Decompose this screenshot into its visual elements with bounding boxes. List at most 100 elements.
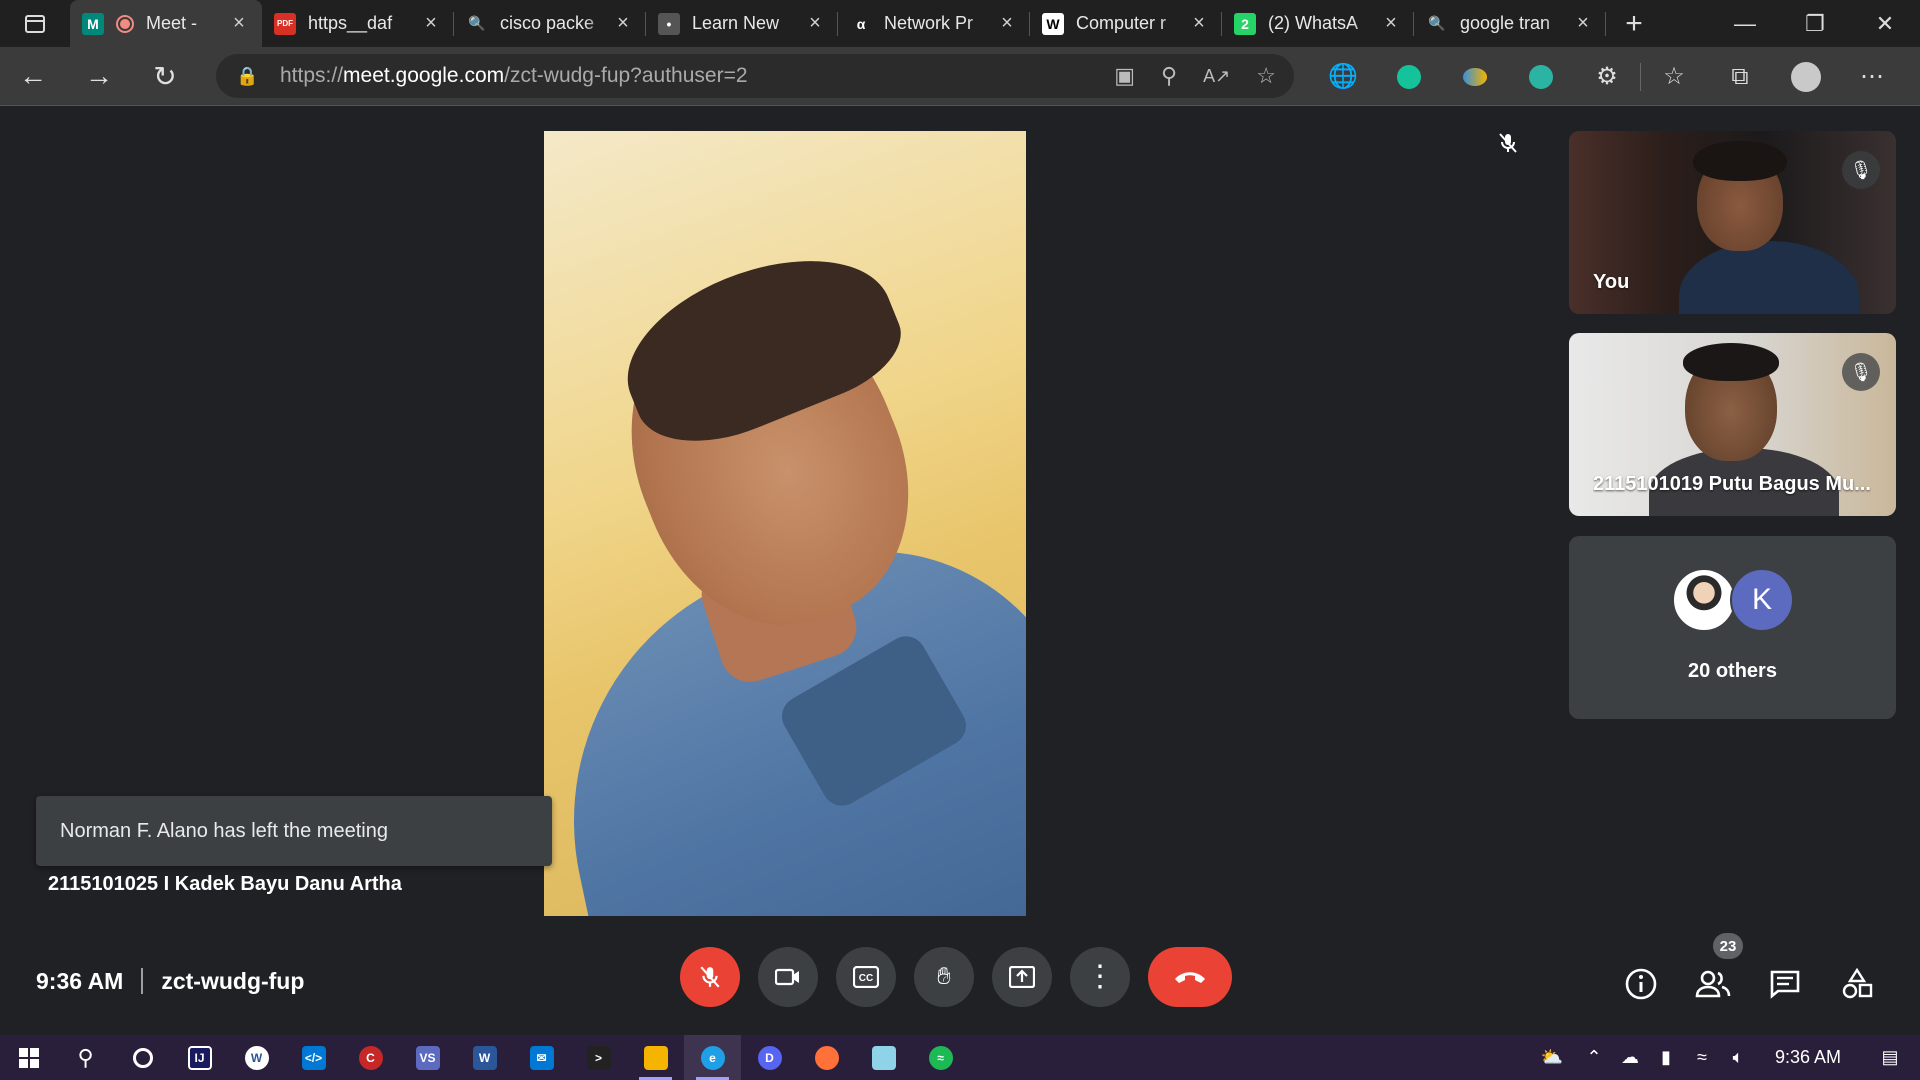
tab-close-icon[interactable]: × bbox=[228, 12, 250, 35]
tab-close-icon[interactable]: × bbox=[996, 12, 1018, 35]
volume-icon[interactable]: 🔈︎ bbox=[1720, 1047, 1756, 1068]
browser-tab[interactable]: • Learn New × bbox=[646, 0, 838, 47]
tab-favicon-icon: 2 bbox=[1234, 12, 1256, 35]
edge-icon[interactable]: e bbox=[684, 1035, 741, 1080]
battery-icon[interactable]: ▮ bbox=[1648, 1047, 1684, 1068]
cortana-icon[interactable] bbox=[114, 1035, 171, 1080]
meet-stage: 🎙︎ You 🎙︎ 2115101019 Putu Bagus Mu... K … bbox=[0, 107, 1920, 1035]
read-aloud-icon[interactable]: A↗ bbox=[1203, 66, 1230, 87]
w-app-icon[interactable]: W bbox=[228, 1035, 285, 1080]
main-mic-off-icon bbox=[1494, 129, 1522, 157]
show-everyone-button[interactable] bbox=[1688, 959, 1738, 1009]
browser-tab[interactable]: 🔍 google tran × bbox=[1414, 0, 1606, 47]
windows-start-icon[interactable] bbox=[0, 1035, 57, 1080]
globe-extension-icon[interactable]: 🌐 bbox=[1310, 62, 1376, 91]
browser-tab[interactable]: PDF https__daf × bbox=[262, 0, 454, 47]
visual-studio-icon[interactable]: VS bbox=[399, 1035, 456, 1080]
info-icon bbox=[1625, 968, 1657, 1000]
shapes-icon bbox=[1842, 968, 1873, 999]
microphone-toggle-button[interactable] bbox=[680, 947, 740, 1007]
camera-toggle-button[interactable] bbox=[758, 947, 818, 1007]
windows-taskbar: ⚲ IJ W </> C VS W ✉ > e D ≈ ⛅ ⌃ ☁ ▮ ≈ 🔈︎… bbox=[0, 1035, 1920, 1080]
discord-icon[interactable]: D bbox=[741, 1035, 798, 1080]
weather-icon[interactable]: ⛅ bbox=[1528, 1047, 1576, 1068]
participant-tile-others[interactable]: K 20 others bbox=[1569, 536, 1896, 719]
browser-tab[interactable]: 2 (2) WhatsA × bbox=[1222, 0, 1414, 47]
you-mic-off-icon: 🎙︎ bbox=[1842, 151, 1880, 189]
restore-button[interactable]: ❐ bbox=[1780, 0, 1850, 47]
spotify-icon[interactable]: ≈ bbox=[912, 1035, 969, 1080]
browser-tab[interactable]: 🔍 cisco packe × bbox=[454, 0, 646, 47]
system-tray: ⛅ ⌃ ☁ ▮ ≈ 🔈︎ 9:36 AM ▤ bbox=[1528, 1035, 1920, 1080]
tab-close-icon[interactable]: × bbox=[1380, 12, 1402, 35]
tab-close-icon[interactable]: × bbox=[1188, 12, 1210, 35]
back-button[interactable]: ← bbox=[0, 47, 66, 106]
notifications-icon[interactable]: ▤ bbox=[1860, 1047, 1920, 1068]
meeting-time: 9:36 AM bbox=[36, 967, 124, 994]
tab-favicon-icon: PDF bbox=[274, 12, 296, 35]
mic-off-icon bbox=[700, 966, 720, 988]
present-screen-button[interactable] bbox=[992, 947, 1052, 1007]
pinwheel-extension-icon[interactable] bbox=[1508, 64, 1574, 89]
raise-hand-button[interactable]: ✋︎ bbox=[914, 947, 974, 1007]
tab-actions-icon[interactable] bbox=[0, 0, 70, 47]
address-bar[interactable]: 🔒 https://meet.google.com/zct-wudg-fup?a… bbox=[216, 54, 1294, 98]
putu-mic-off-icon: 🎙︎ bbox=[1842, 353, 1880, 391]
tab-favicon-icon: M bbox=[82, 12, 104, 35]
key-icon[interactable]: ⚲ bbox=[1161, 63, 1177, 89]
tab-title: cisco packe bbox=[500, 13, 595, 33]
close-window-button[interactable]: ✕ bbox=[1850, 0, 1920, 47]
chevron-up-icon[interactable]: ⌃ bbox=[1576, 1047, 1612, 1068]
firefox-icon[interactable] bbox=[798, 1035, 855, 1080]
window-controls: — ❐ ✕ bbox=[1710, 0, 1920, 47]
tab-close-icon[interactable]: × bbox=[804, 12, 826, 35]
wifi-icon[interactable]: ≈ bbox=[1684, 1047, 1720, 1068]
lock-icon[interactable]: 🔒 bbox=[236, 66, 266, 87]
meeting-details-button[interactable] bbox=[1616, 959, 1666, 1009]
collections-icon[interactable]: ⧉ bbox=[1707, 63, 1773, 91]
extensions-icon[interactable]: ⚙ bbox=[1574, 62, 1640, 91]
mail-icon[interactable]: ✉ bbox=[513, 1035, 570, 1080]
browser-tab[interactable]: W Computer r × bbox=[1030, 0, 1222, 47]
onedrive-icon[interactable]: ☁ bbox=[1612, 1047, 1648, 1068]
main-participant-video[interactable] bbox=[544, 131, 1026, 916]
more-options-button[interactable]: ⋮ bbox=[1070, 947, 1130, 1007]
refresh-button[interactable]: ↻ bbox=[132, 47, 198, 106]
browser-tab[interactable]: α Network Pr × bbox=[838, 0, 1030, 47]
tab-close-icon[interactable]: × bbox=[612, 12, 634, 35]
jetbrains-icon[interactable]: IJ bbox=[171, 1035, 228, 1080]
bird-extension-icon[interactable] bbox=[1442, 67, 1508, 86]
settings-more-icon[interactable]: ⋯ bbox=[1839, 62, 1905, 91]
dev-cpp-icon[interactable]: C bbox=[342, 1035, 399, 1080]
you-name-label: You bbox=[1593, 271, 1630, 293]
tab-title: https__daf bbox=[308, 13, 393, 33]
search-icon[interactable]: ⚲ bbox=[57, 1035, 114, 1080]
favorites-icon[interactable]: ☆ bbox=[1641, 62, 1707, 91]
tab-title: google tran bbox=[1460, 13, 1551, 33]
file-explorer-icon[interactable] bbox=[627, 1035, 684, 1080]
url-text: https://meet.google.com/zct-wudg-fup?aut… bbox=[280, 64, 748, 87]
browser-tab[interactable]: M Meet - × bbox=[70, 0, 262, 47]
new-tab-button[interactable]: + bbox=[1606, 0, 1662, 47]
word-icon[interactable]: W bbox=[456, 1035, 513, 1080]
chat-button[interactable] bbox=[1760, 959, 1810, 1009]
vscode-icon[interactable]: </> bbox=[285, 1035, 342, 1080]
captions-button[interactable]: CC bbox=[836, 947, 896, 1007]
tab-close-icon[interactable]: × bbox=[1572, 12, 1594, 35]
taskbar-clock[interactable]: 9:36 AM bbox=[1756, 1047, 1860, 1068]
activities-button[interactable] bbox=[1832, 959, 1882, 1009]
tab-close-icon[interactable]: × bbox=[420, 12, 442, 35]
camera-in-use-icon[interactable]: ▣ bbox=[1114, 63, 1135, 89]
call-end-icon bbox=[1175, 972, 1205, 983]
participant-tile-putu[interactable]: 🎙︎ 2115101019 Putu Bagus Mu... bbox=[1569, 333, 1896, 516]
tab-favicon-icon: • bbox=[658, 12, 680, 35]
notepad-icon[interactable] bbox=[855, 1035, 912, 1080]
add-favorite-icon[interactable]: ☆ bbox=[1256, 63, 1276, 89]
leave-call-button[interactable] bbox=[1148, 947, 1232, 1007]
minimize-button[interactable]: — bbox=[1710, 0, 1780, 47]
profile-avatar[interactable] bbox=[1773, 61, 1839, 92]
grammarly-extension-icon[interactable] bbox=[1376, 64, 1442, 89]
forward-button[interactable]: → bbox=[66, 47, 132, 106]
participant-tile-you[interactable]: 🎙︎ You bbox=[1569, 131, 1896, 314]
terminal-icon[interactable]: > bbox=[570, 1035, 627, 1080]
